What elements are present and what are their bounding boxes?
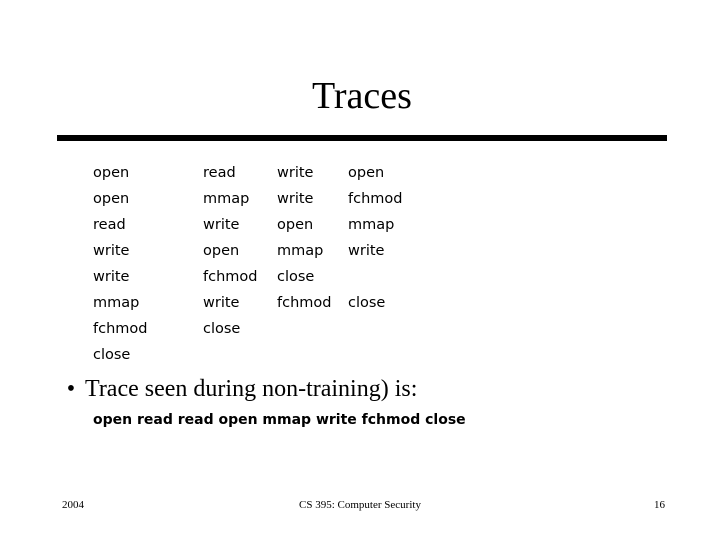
trace-cell: mmap bbox=[277, 243, 324, 259]
trace-cell: write bbox=[348, 243, 385, 259]
title-divider-rule bbox=[57, 135, 667, 141]
trace-cell: close bbox=[203, 321, 241, 337]
trace-cell: write bbox=[203, 217, 240, 233]
trace-cell: fchmod bbox=[348, 191, 403, 207]
trace-cell: close bbox=[277, 269, 315, 285]
trace-cell: write bbox=[93, 269, 130, 285]
trace-column-4: open fchmod mmap write close bbox=[348, 160, 402, 368]
trace-cell: open bbox=[277, 217, 314, 233]
trace-cell: read bbox=[93, 217, 126, 233]
trace-cell: open bbox=[93, 165, 130, 181]
trace-cell: open bbox=[348, 165, 385, 181]
trace-column-1: open open read write write mmap fchmod c… bbox=[93, 160, 147, 368]
trace-cell: mmap bbox=[93, 295, 140, 311]
trace-column-3: write write open mmap close fchmod bbox=[277, 160, 331, 368]
trace-cell: open bbox=[93, 191, 130, 207]
trace-cell: close bbox=[93, 347, 131, 363]
bullet-point-icon: • bbox=[66, 376, 76, 402]
trace-cell: open bbox=[203, 243, 240, 259]
trace-cell: fchmod bbox=[203, 269, 258, 285]
footer-course-title: CS 395: Computer Security bbox=[299, 499, 421, 511]
slide-canvas: Traces open open read write write mmap f… bbox=[0, 0, 720, 540]
trace-cell: write bbox=[93, 243, 130, 259]
trace-cell: mmap bbox=[348, 217, 395, 233]
trace-cell: mmap bbox=[203, 191, 250, 207]
page-title: Traces bbox=[312, 75, 412, 117]
trace-result-sequence: open read read open mmap write fchmod cl… bbox=[93, 412, 466, 428]
trace-cell: fchmod bbox=[277, 295, 332, 311]
trace-column-2: read mmap write open fchmod write close bbox=[203, 160, 257, 368]
bullet-list-item: • Trace seen during non-training) is: bbox=[57, 374, 667, 404]
slide-footer: 2004 CS 395: Computer Security 16 bbox=[0, 496, 720, 514]
footer-page-number: 16 bbox=[654, 499, 665, 511]
trace-cell: write bbox=[203, 295, 240, 311]
trace-cell: fchmod bbox=[93, 321, 148, 337]
trace-cell: write bbox=[277, 191, 314, 207]
bullet-item-label: Trace seen during non-training) is: bbox=[85, 376, 418, 402]
trace-cell: write bbox=[277, 165, 314, 181]
trace-cell: close bbox=[348, 295, 386, 311]
trace-cell: read bbox=[203, 165, 236, 181]
